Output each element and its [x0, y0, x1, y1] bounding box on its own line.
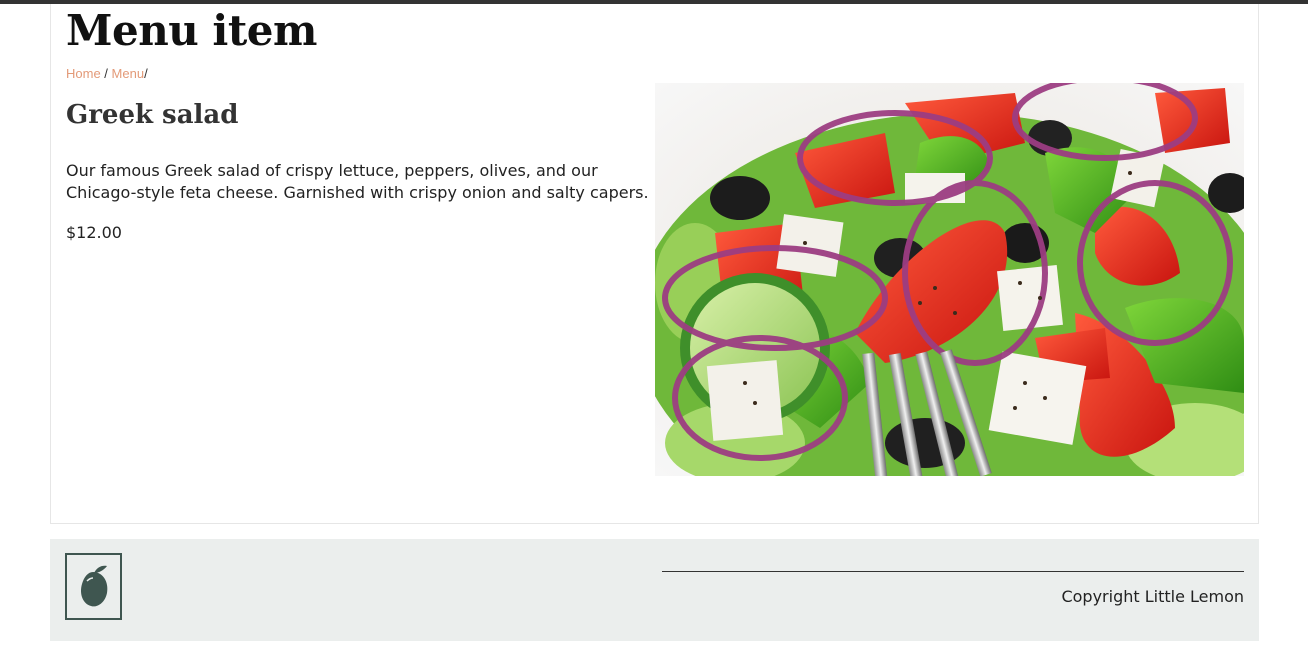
item-name: Greek salad [66, 100, 239, 130]
breadcrumb-home-link[interactable]: Home [66, 66, 101, 81]
lemon-logo-icon[interactable] [65, 553, 122, 620]
breadcrumb-menu-link[interactable]: Menu [112, 66, 145, 81]
greek-salad-photo [655, 83, 1244, 476]
footer-divider [662, 571, 1244, 572]
site-footer: Copyright Little Lemon [50, 539, 1259, 641]
breadcrumb: Home / Menu/ [66, 66, 148, 81]
copyright-text: Copyright Little Lemon [1061, 587, 1244, 606]
menu-item-card: Menu item Home / Menu/ Greek salad Our f… [50, 4, 1259, 524]
item-description: Our famous Greek salad of crispy lettuce… [66, 161, 649, 202]
page-title: Menu item [66, 6, 317, 55]
item-price: $12.00 [66, 223, 122, 242]
breadcrumb-separator: / [144, 66, 148, 81]
breadcrumb-separator: / [100, 66, 112, 81]
